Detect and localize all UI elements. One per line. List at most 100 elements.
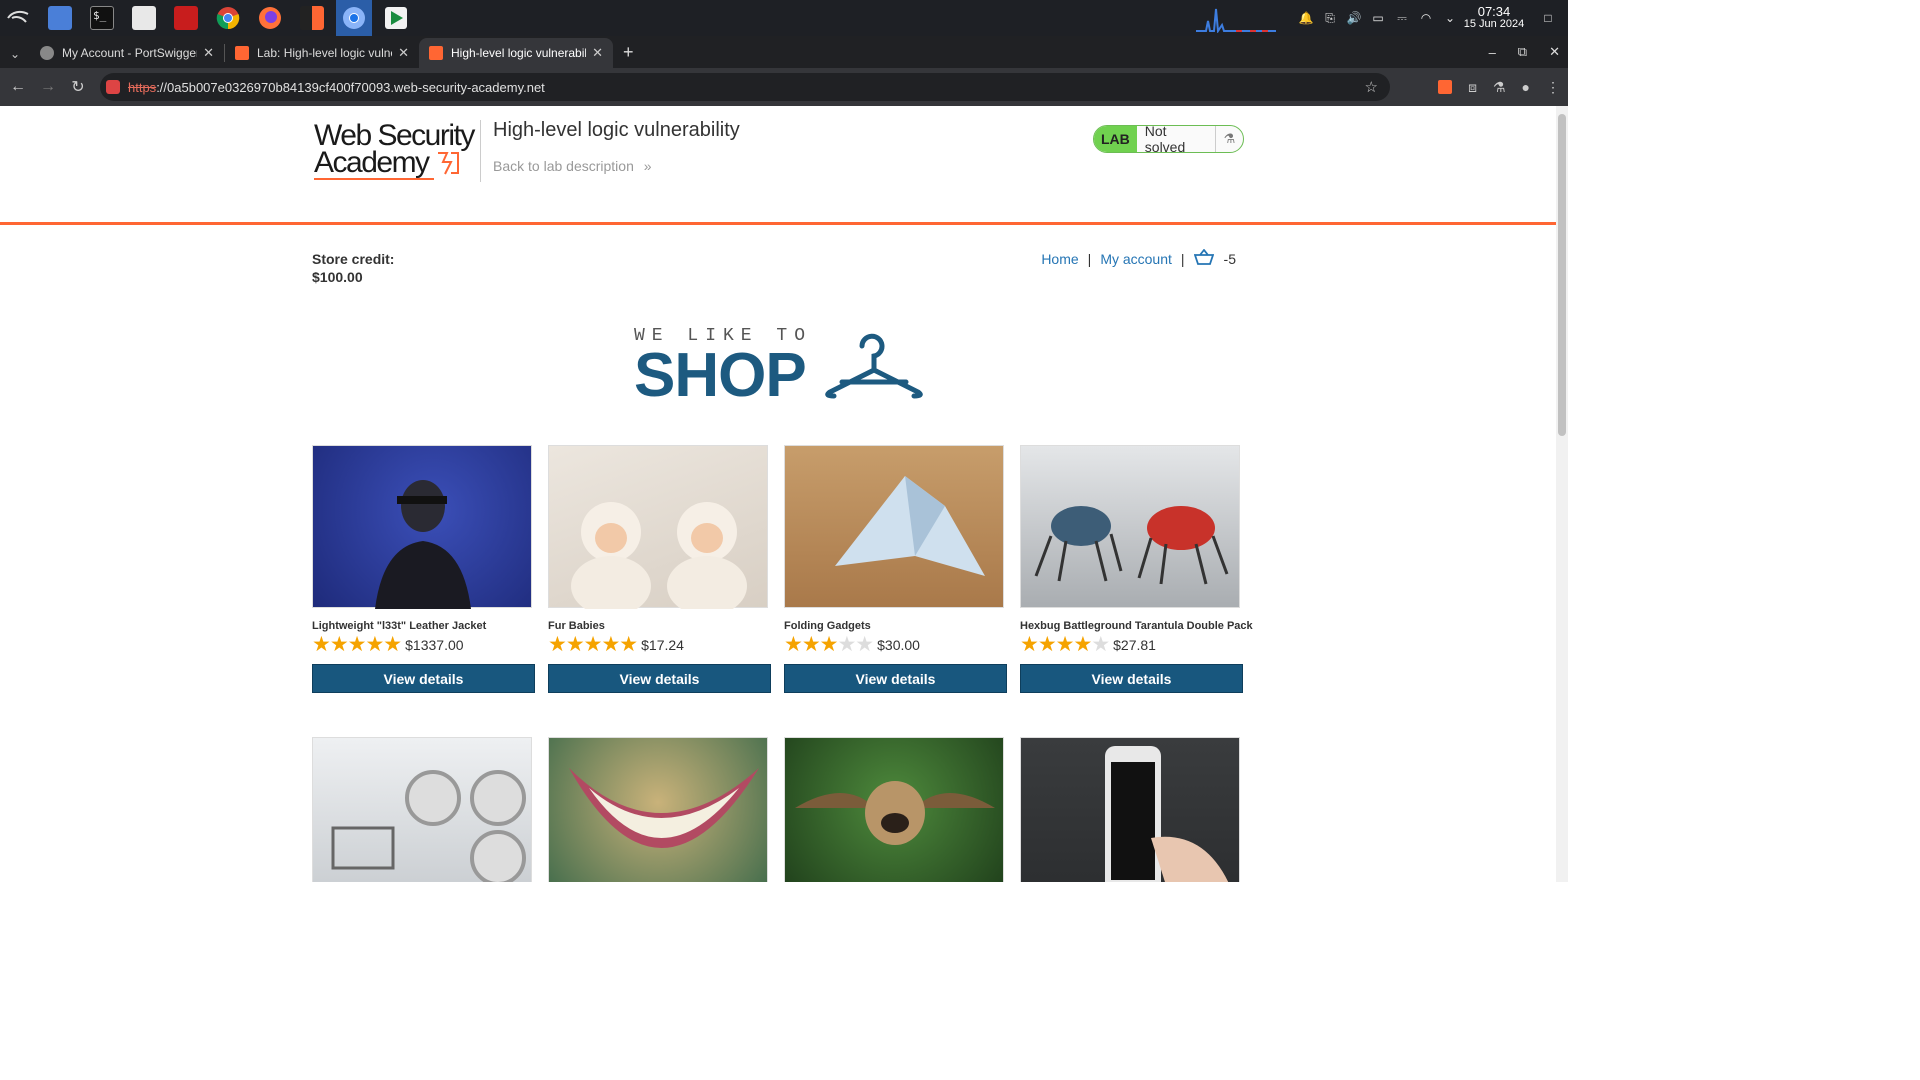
- profile-icon[interactable]: ●: [1522, 79, 1530, 95]
- product-image[interactable]: [784, 445, 1004, 608]
- firefox-icon[interactable]: [252, 0, 288, 36]
- product-image[interactable]: [1020, 737, 1240, 882]
- product-rating-row: ★★★★★ $1337.00: [312, 634, 536, 655]
- tab-search-chevron-icon[interactable]: ⌄: [0, 47, 30, 61]
- star-rating: ★★★★★: [1020, 633, 1110, 656]
- menu-kebab-icon[interactable]: ⋮: [1546, 79, 1560, 96]
- home-link[interactable]: Home: [1041, 251, 1078, 267]
- view-details-button[interactable]: View details: [548, 664, 771, 693]
- product-name: Folding Gadgets: [784, 620, 871, 632]
- view-details-button[interactable]: View details: [784, 664, 1007, 693]
- banner-big-text: SHOP: [634, 341, 807, 410]
- kali-menu-icon[interactable]: [0, 0, 36, 36]
- cart-count[interactable]: -5: [1224, 251, 1236, 267]
- product-price: $27.81: [1113, 637, 1156, 653]
- text-editor-icon[interactable]: [168, 0, 204, 36]
- terminal-icon[interactable]: $_: [84, 0, 120, 36]
- product-card: [784, 737, 1008, 882]
- logo-line-1: Web Security: [314, 119, 475, 152]
- chevron-down-icon[interactable]: ⌄: [1438, 11, 1462, 25]
- desktop-icon[interactable]: [42, 0, 78, 36]
- forward-icon[interactable]: →: [33, 78, 63, 96]
- store-credit-value: $100.00: [312, 269, 363, 285]
- product-card: Hexbug Battleground Tarantula Double Pac…: [1020, 445, 1253, 693]
- flask-icon: ⚗: [1215, 126, 1243, 152]
- browser-toolbar: ← → ↻ https://0a5b007e0326970b84139cf400…: [0, 68, 1568, 106]
- tab-title: My Account - PortSwigger: [62, 46, 198, 60]
- site-info-icon[interactable]: [106, 80, 120, 94]
- minimize-icon[interactable]: –: [1489, 45, 1496, 60]
- play-app-icon[interactable]: [378, 0, 414, 36]
- close-icon[interactable]: ✕: [203, 45, 214, 61]
- product-name: Hexbug Battleground Tarantula Double Pac…: [1020, 620, 1253, 632]
- notifications-icon[interactable]: 🔔: [1294, 11, 1318, 25]
- tab-lab-description[interactable]: Lab: High-level logic vulner ✕: [225, 38, 419, 68]
- clock-date: 15 Jun 2024: [1463, 18, 1525, 30]
- close-icon[interactable]: ✕: [592, 45, 603, 61]
- address-bar[interactable]: https://0a5b007e0326970b84139cf400f70093…: [100, 73, 1390, 101]
- battery-icon[interactable]: ▭: [1366, 11, 1390, 25]
- tab-my-account[interactable]: My Account - PortSwigger ✕: [30, 38, 224, 68]
- close-window-icon[interactable]: ✕: [1549, 44, 1560, 60]
- product-image[interactable]: [548, 737, 768, 882]
- toolbar-extensions: ⧈ ⚗ ● ⋮: [1422, 68, 1560, 106]
- maximize-icon[interactable]: ⧉: [1518, 44, 1527, 60]
- cart-basket-icon[interactable]: [1193, 248, 1214, 268]
- url-text[interactable]: https://0a5b007e0326970b84139cf400f70093…: [128, 80, 545, 95]
- product-image[interactable]: [548, 445, 768, 616]
- extensions-puzzle-icon[interactable]: ⧈: [1468, 79, 1477, 96]
- product-card: [1020, 737, 1244, 882]
- back-to-lab-description-link[interactable]: Back to lab description »: [493, 158, 652, 174]
- new-tab-icon[interactable]: +: [623, 42, 634, 63]
- header-divider: [480, 120, 481, 182]
- product-price: $1337.00: [405, 637, 464, 653]
- my-account-link[interactable]: My account: [1100, 251, 1172, 267]
- product-name: Lightweight "l33t" Leather Jacket: [312, 620, 487, 632]
- cpu-graph-icon: [1196, 8, 1276, 33]
- lab-status-text: Not solved: [1144, 125, 1186, 153]
- product-image[interactable]: [784, 737, 1004, 882]
- clipboard-icon[interactable]: ⎘: [1318, 11, 1342, 26]
- product-price: $30.00: [877, 637, 920, 653]
- product-card: Folding Gadgets ★★★★★ $30.00 View detail…: [784, 445, 1008, 693]
- burp-suite-icon[interactable]: [294, 0, 330, 36]
- globe-icon: [40, 46, 54, 60]
- product-price: $17.24: [641, 637, 684, 653]
- star-rating: ★★★★★: [548, 633, 638, 656]
- shop-banner: WE LIKE TO SHOP: [634, 324, 924, 410]
- product-image[interactable]: [312, 445, 532, 609]
- tab-title: Lab: High-level logic vulner: [257, 46, 393, 60]
- files-icon[interactable]: [126, 0, 162, 36]
- url-host: ://0a5b007e0326970b84139cf400f70093.web-…: [156, 79, 545, 95]
- product-image[interactable]: [1020, 445, 1240, 608]
- power-icon[interactable]: ⎓: [1390, 11, 1414, 26]
- product-rating-row: ★★★★★ $27.81: [1020, 633, 1244, 656]
- burp-extension-icon[interactable]: [1438, 80, 1453, 94]
- reload-icon[interactable]: ↻: [63, 77, 93, 97]
- logo-bolt-icon: [438, 152, 460, 175]
- labs-flask-icon[interactable]: ⚗: [1493, 79, 1506, 96]
- web-security-academy-logo[interactable]: Web Security Academy: [314, 119, 478, 182]
- wifi-icon[interactable]: ◠: [1414, 11, 1438, 25]
- nav-separator: |: [1087, 250, 1092, 267]
- view-details-button[interactable]: View details: [1020, 664, 1243, 693]
- product-rating-row: ★★★★★ $17.24: [548, 633, 772, 656]
- chrome-icon[interactable]: [210, 0, 246, 36]
- show-desktop-icon[interactable]: □: [1536, 11, 1560, 25]
- view-details-button[interactable]: View details: [312, 664, 535, 693]
- lab-badge: LAB: [1094, 126, 1137, 152]
- product-card: Fur Babies ★★★★★ $17.24 View details: [548, 445, 772, 693]
- back-icon[interactable]: ←: [3, 78, 33, 96]
- clock[interactable]: 07:34 15 Jun 2024: [1462, 5, 1526, 30]
- chromium-icon[interactable]: [336, 0, 372, 36]
- tab-lab-shop[interactable]: High-level logic vulnerabili ✕: [419, 38, 613, 68]
- bookmark-star-icon[interactable]: ☆: [1365, 78, 1378, 96]
- scrollbar-thumb[interactable]: [1558, 114, 1566, 436]
- product-card: [548, 737, 772, 882]
- product-image[interactable]: [312, 737, 532, 882]
- close-icon[interactable]: ✕: [398, 45, 409, 61]
- volume-icon[interactable]: 🔊: [1342, 11, 1366, 25]
- double-chevron-right-icon: »: [643, 158, 652, 174]
- window-controls: – ⧉ ✕: [1467, 36, 1560, 68]
- page-scrollbar[interactable]: [1556, 106, 1568, 882]
